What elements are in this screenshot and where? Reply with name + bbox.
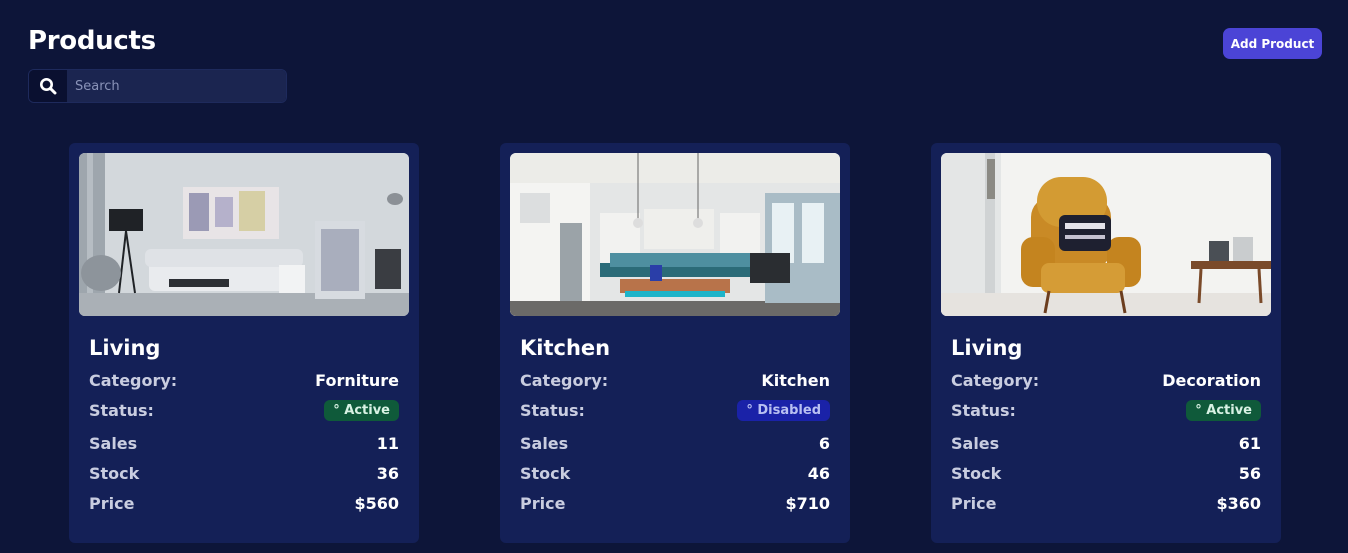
status-label: Status: [89,400,154,420]
product-image-living-room [79,153,409,316]
price-row: Price $560 [89,492,399,514]
stock-value: 56 [1238,463,1261,483]
stock-row: Stock 56 [951,462,1261,484]
stock-label: Stock [520,463,571,483]
sales-row: Sales 11 [89,432,399,454]
stock-label: Stock [89,463,140,483]
page-title: Products [28,26,156,56]
stock-value: 36 [376,463,399,483]
sales-label: Sales [89,433,138,453]
price-label: Price [951,493,997,513]
status-label: Status: [520,400,585,420]
category-label: Category: [89,370,178,390]
product-title: Living [89,336,161,360]
stock-label: Stock [951,463,1002,483]
sales-value: 11 [376,433,399,453]
category-row: Category: Forniture [89,369,399,391]
product-image-kitchen [510,153,840,316]
category-row: Category: Decoration [951,369,1261,391]
sales-label: Sales [520,433,569,453]
price-value: $560 [354,493,399,513]
category-value: Kitchen [761,370,830,390]
search-input[interactable] [67,70,286,102]
sales-row: Sales 6 [520,432,830,454]
product-card[interactable]: Living Category: Forniture Status: ° Act… [69,143,419,543]
stock-row: Stock 36 [89,462,399,484]
price-label: Price [89,493,135,513]
search-icon[interactable] [29,70,67,102]
price-label: Price [520,493,566,513]
status-row: Status: ° Active [951,399,1261,421]
sales-label: Sales [951,433,1000,453]
category-label: Category: [951,370,1040,390]
product-title: Living [951,336,1023,360]
add-product-button[interactable]: Add Product [1223,28,1322,59]
sales-row: Sales 61 [951,432,1261,454]
category-label: Category: [520,370,609,390]
price-row: Price $360 [951,492,1261,514]
status-badge: ° Disabled [737,399,830,421]
category-value: Decoration [1162,370,1261,390]
sales-value: 61 [1238,433,1261,453]
search-bar [28,69,287,103]
status-label: Status: [951,400,1016,420]
category-row: Category: Kitchen [520,369,830,391]
sales-value: 6 [818,433,830,453]
status-row: Status: ° Active [89,399,399,421]
category-value: Forniture [315,370,399,390]
price-value: $710 [785,493,830,513]
status-badge: ° Active [324,399,399,421]
stock-value: 46 [807,463,830,483]
products-page: Products Add Product Search Living Categ… [0,0,1348,553]
product-card[interactable]: Living Category: Decoration Status: ° Ac… [931,143,1281,543]
price-value: $360 [1216,493,1261,513]
stock-row: Stock 46 [520,462,830,484]
status-badge: ° Active [1186,399,1261,421]
status-row: Status: ° Disabled [520,399,830,421]
product-card[interactable]: Kitchen Category: Kitchen Status: ° Disa… [500,143,850,543]
price-row: Price $710 [520,492,830,514]
product-title: Kitchen [520,336,611,360]
product-image-armchair [941,153,1271,316]
